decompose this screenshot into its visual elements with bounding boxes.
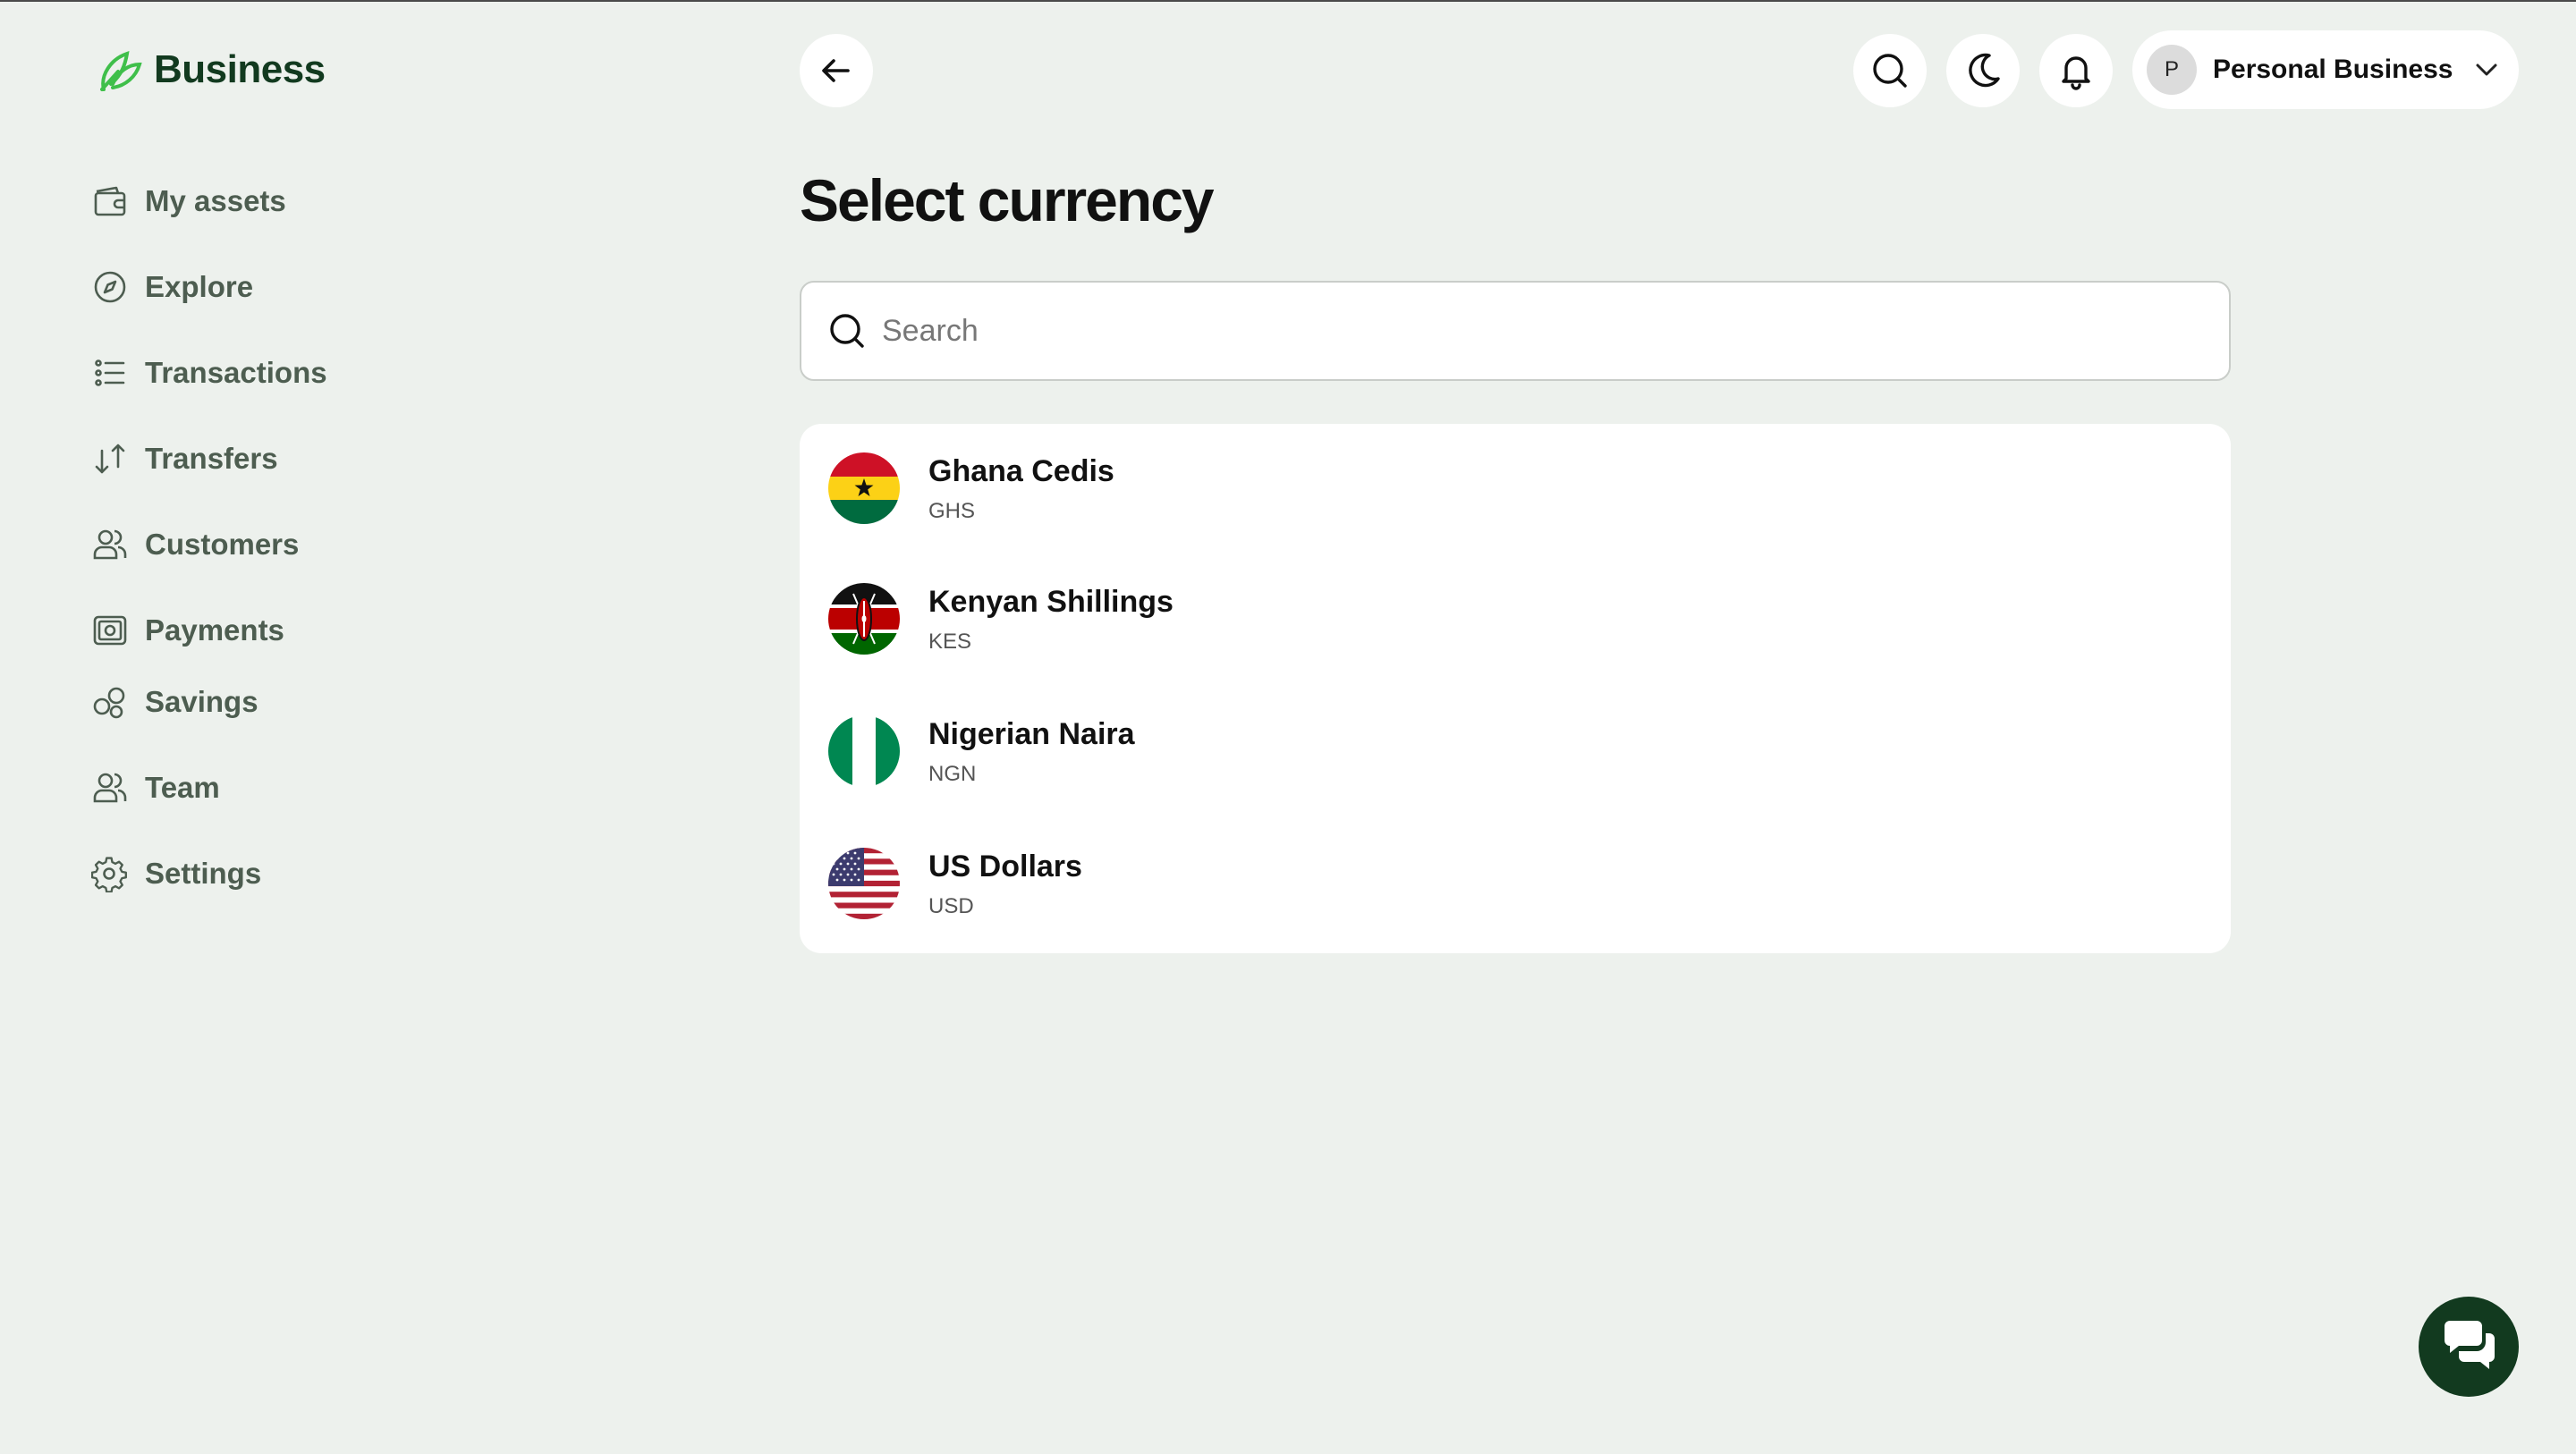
sidebar-item-savings[interactable]: Savings <box>91 683 258 721</box>
transfer-arrows-icon <box>95 444 125 474</box>
nigeria-flag-icon <box>828 715 900 787</box>
account-switcher[interactable]: P Personal Business <box>2132 30 2519 109</box>
currency-option-ghs[interactable]: Ghana Cedis GHS <box>800 424 2231 556</box>
currency-name: Kenyan Shillings <box>928 585 1174 619</box>
team-icon <box>93 773 127 803</box>
kenya-flag-icon <box>828 583 900 655</box>
ghana-flag-icon <box>828 452 900 524</box>
sidebar-item-label: Settings <box>145 857 262 890</box>
account-name: Personal Business <box>2213 55 2453 84</box>
gear-icon <box>91 857 127 892</box>
dark-mode-toggle[interactable] <box>1946 34 2020 107</box>
chat-bubbles-icon <box>2445 1321 2495 1369</box>
sidebar-item-transactions[interactable]: Transactions <box>91 354 327 392</box>
search-icon <box>830 314 864 348</box>
page-title: Select currency <box>800 167 1215 233</box>
arrow-left-icon <box>822 59 850 82</box>
brand-name: Business <box>154 47 326 91</box>
notifications-button[interactable] <box>2039 34 2113 107</box>
chat-support-button[interactable] <box>2419 1297 2519 1397</box>
currency-name: Nigerian Naira <box>928 717 1135 751</box>
users-icon <box>93 529 127 560</box>
wallet-icon <box>94 186 126 216</box>
sidebar-item-team[interactable]: Team <box>91 769 220 807</box>
sidebar-item-label: My assets <box>145 184 286 217</box>
currency-code: NGN <box>928 762 977 786</box>
coins-icon <box>93 687 125 719</box>
sidebar-item-customers[interactable]: Customers <box>91 526 299 563</box>
currency-code: KES <box>928 630 972 654</box>
moon-icon <box>1969 53 2000 88</box>
bell-icon <box>2062 56 2090 90</box>
sidebar-item-label: Transactions <box>145 356 327 389</box>
search-icon <box>1873 54 1907 88</box>
compass-icon <box>94 271 126 303</box>
sidebar-item-transfers[interactable]: Transfers <box>91 440 278 478</box>
search-input[interactable] <box>882 313 2134 349</box>
currency-code: GHS <box>928 499 976 523</box>
chevron-down-icon <box>2476 63 2497 76</box>
currency-list: Ghana Cedis GHS Kenyan Shillings KES Nig… <box>800 424 2231 953</box>
currency-search-field[interactable] <box>800 281 2231 381</box>
sidebar-item-label: Customers <box>145 528 300 561</box>
currency-option-kes[interactable]: Kenyan Shillings KES <box>800 556 2231 689</box>
currency-code: USD <box>928 894 974 918</box>
currency-name: US Dollars <box>928 850 1082 883</box>
search-button[interactable] <box>1853 34 1927 107</box>
sidebar-item-explore[interactable]: Explore <box>91 268 253 306</box>
currency-name: Ghana Cedis <box>928 454 1114 488</box>
top-border <box>0 0 2576 2</box>
sidebar-item-payments[interactable]: Payments <box>91 612 284 649</box>
currency-option-usd[interactable]: US Dollars USD <box>800 821 2231 953</box>
brand-logo[interactable]: Business <box>95 45 326 95</box>
usa-flag-icon <box>828 848 900 919</box>
leaf-logo-icon <box>100 51 142 91</box>
sidebar-item-label: Team <box>145 771 220 804</box>
sidebar-item-label: Savings <box>145 685 258 718</box>
sidebar-item-label: Transfers <box>145 442 278 475</box>
sidebar-item-settings[interactable]: Settings <box>91 855 261 892</box>
sidebar-item-label: Explore <box>145 270 254 303</box>
back-button[interactable] <box>800 34 873 107</box>
avatar: P <box>2147 45 2197 95</box>
payment-icon <box>93 615 127 646</box>
sidebar-item-label: Payments <box>145 613 284 647</box>
sidebar-item-my-assets[interactable]: My assets <box>91 182 286 220</box>
list-icon <box>95 359 125 386</box>
currency-option-ngn[interactable]: Nigerian Naira NGN <box>800 689 2231 821</box>
